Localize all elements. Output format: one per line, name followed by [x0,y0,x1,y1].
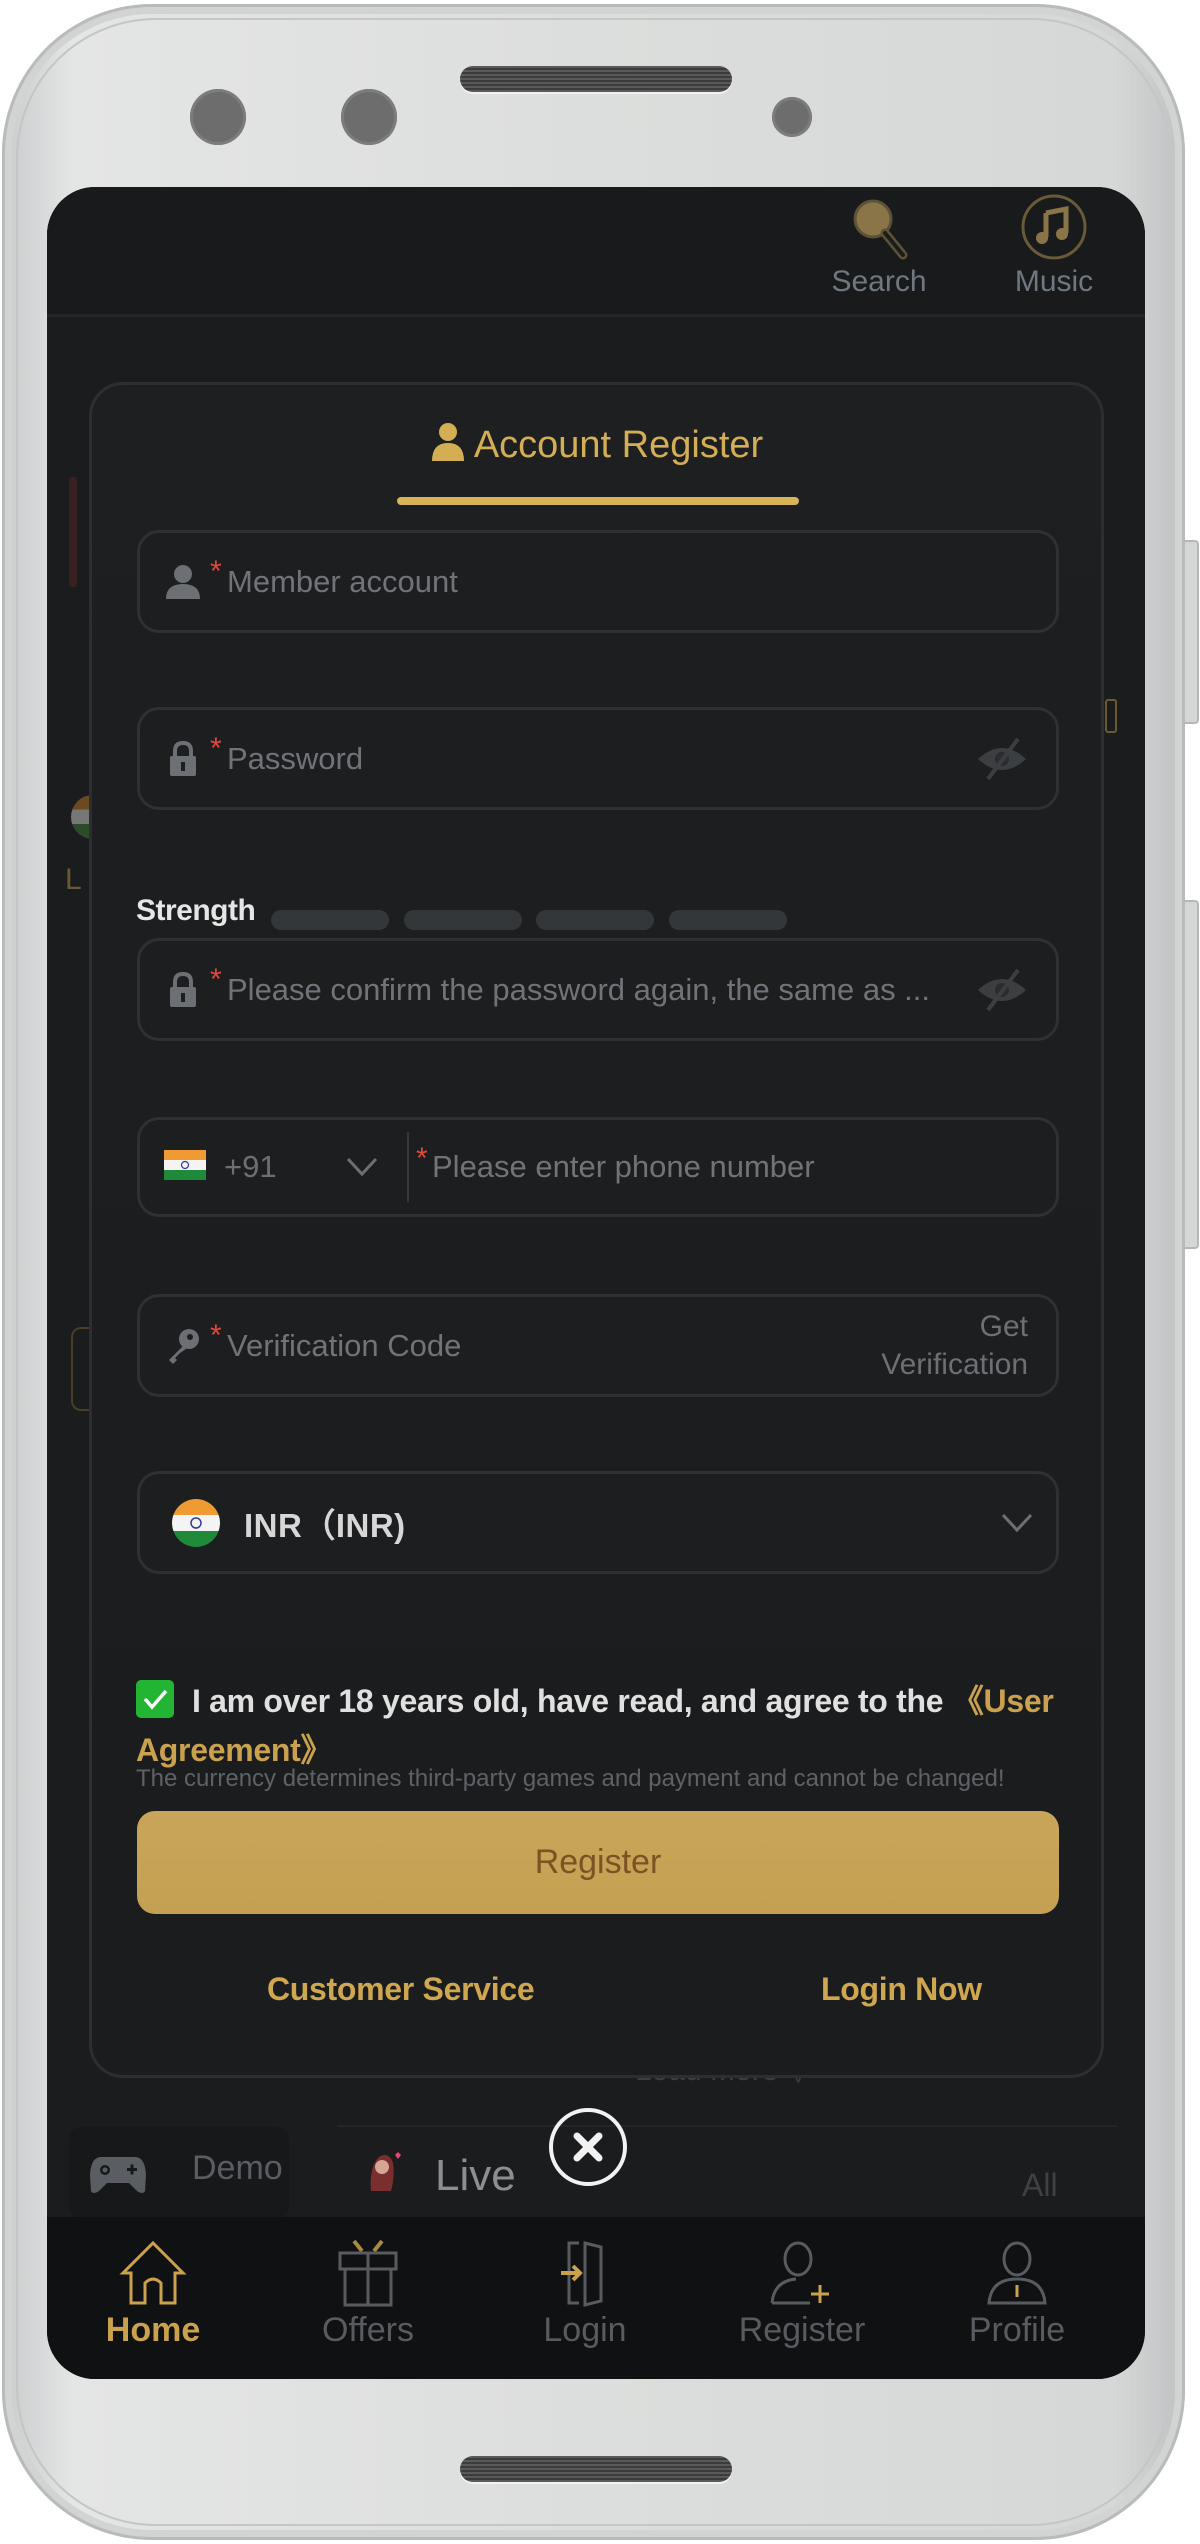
user-icon [166,564,200,599]
password-input[interactable]: * Password [137,707,1059,810]
tab-title-text: Account Register [473,424,764,466]
category-tab-demo[interactable]: Demo [69,2127,289,2219]
eye-slash-icon[interactable] [974,966,1030,1014]
divider [407,1132,409,1202]
home-icon [119,2240,187,2305]
bg-gold-letter: L [65,863,82,896]
nav-profile[interactable]: Profile [937,2217,1097,2350]
eye-slash-icon[interactable] [974,735,1030,783]
currency-select[interactable]: INR（INR) [137,1471,1059,1574]
country-code: +91 [224,1149,277,1184]
proximity-sensor [772,97,812,137]
power-button [1185,900,1199,1249]
nav-home[interactable]: Home [73,2217,233,2350]
chevron-down-icon [346,1157,378,1177]
agreement-text: I am over 18 years old, have read, and a… [192,1683,952,1719]
phone-placeholder: Please enter phone number [432,1149,815,1184]
lock-icon [170,971,196,1007]
verification-placeholder: Verification Code [227,1327,462,1363]
strength-segment [536,910,654,930]
bg-banner-edge [69,477,77,587]
app-top-bar: Search Music [47,187,1145,317]
member-account-placeholder: Member account [227,563,458,599]
front-sensor [341,89,397,145]
password-placeholder: Password [227,740,364,776]
live-label: Live [435,2151,516,2200]
currency-value: INR（INR) [244,1506,406,1544]
get-verification-button[interactable]: Get Verification [881,1308,1028,1384]
app-screen: Search Music L Load More ▽ Account Regis… [47,187,1145,2379]
nav-register-label: Register [738,2311,866,2349]
close-icon [573,2132,603,2162]
search-button[interactable]: Search [819,187,939,299]
front-camera [190,89,246,145]
user-icon [431,423,464,461]
demo-label: Demo [192,2149,283,2187]
required-mark: * [210,963,222,996]
nav-home-label: Home [105,2311,201,2349]
key-icon [169,1328,199,1364]
nav-profile-label: Profile [968,2311,1066,2349]
phone-input-group: +91 * Please enter phone number [137,1117,1059,1217]
customer-service-link[interactable]: Customer Service [267,1971,535,2008]
music-label: Music [1014,265,1094,298]
nav-login-label: Login [543,2311,627,2349]
all-link[interactable]: All [1022,2167,1058,2204]
earpiece-speaker [460,66,732,92]
required-mark: * [210,555,222,588]
search-icon [853,199,908,260]
verification-code-input[interactable]: * Verification Code Get Verification [137,1294,1059,1397]
music-icon [1021,194,1087,260]
lock-icon [170,740,196,776]
confirm-password-input[interactable]: * Please confirm the password again, the… [137,938,1059,1041]
nav-login[interactable]: Login [505,2217,665,2350]
get-verification-line2: Verification [881,1347,1028,1381]
india-flag-icon [172,1498,220,1547]
search-label: Search [831,265,927,298]
nav-offers[interactable]: Offers [288,2217,448,2350]
nav-offers-label: Offers [322,2311,414,2349]
gamepad-icon [90,2157,146,2193]
bg-right-gold-mark [1105,699,1117,733]
required-mark: * [210,732,222,765]
chevron-down-icon [1001,1513,1033,1532]
checkmark-icon [143,1689,168,1710]
strength-segment [271,910,389,930]
gift-icon [338,2239,398,2307]
strength-segment [669,910,787,930]
bg-separator [337,2125,1117,2127]
bottom-speaker [460,2456,732,2482]
agreement-row: I am over 18 years old, have read, and a… [136,1677,1061,1775]
india-flag-icon [164,1150,206,1180]
bg-card-edge [71,1327,91,1411]
phone-number-input[interactable]: * Please enter phone number [410,1120,1056,1214]
member-account-input[interactable]: * Member account [137,530,1059,633]
live-dealer-icon [370,2152,401,2191]
strength-label: Strength [136,894,256,927]
country-code-select[interactable]: +91 [140,1120,406,1214]
get-verification-line1: Get [979,1309,1028,1343]
confirm-password-placeholder: Please confirm the password again, the s… [227,971,931,1007]
nav-register[interactable]: Register [722,2217,882,2350]
active-tab-indicator [397,497,799,505]
volume-button [1185,540,1199,724]
login-now-link[interactable]: Login Now [821,1971,982,2008]
music-button[interactable]: Music [994,187,1114,299]
close-modal-button[interactable] [549,2108,627,2186]
required-mark: * [210,1319,222,1352]
profile-icon [987,2241,1047,2305]
login-icon [561,2241,603,2307]
register-button[interactable]: Register [137,1811,1059,1914]
tab-account-register[interactable]: Account Register [92,421,1101,467]
required-mark: * [416,1142,428,1175]
bottom-nav: Home Offers Login Register Profile [47,2217,1145,2379]
strength-segment [404,910,522,930]
add-user-icon [770,2241,829,2305]
agreement-checkbox[interactable] [136,1680,174,1718]
register-modal: Account Register * Member account * Pass… [89,382,1104,2078]
